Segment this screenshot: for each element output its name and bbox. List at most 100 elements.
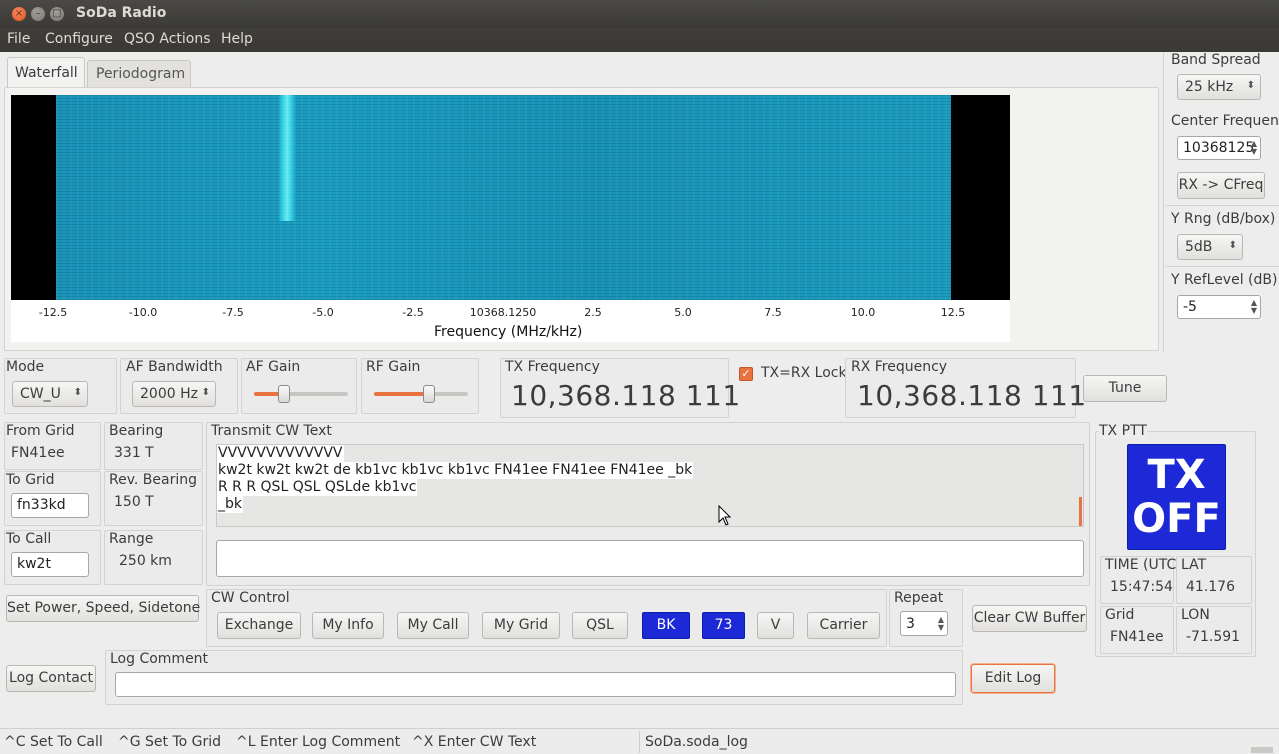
bk-button[interactable]: BK	[642, 612, 690, 639]
y-reflevel-input[interactable]: -5 ▲ ▼	[1177, 295, 1261, 319]
bearing-group: Bearing 331 T	[104, 422, 203, 470]
menu-help[interactable]: Help	[221, 31, 253, 47]
right-panel: Band Spread 25 kHz ⬍ Center Frequenc 103…	[1163, 52, 1279, 352]
waterfall-tick-label: 5.0	[674, 306, 692, 319]
waterfall-tick-label: 10.0	[850, 306, 876, 319]
status-hint: ^G Set To Grid	[118, 734, 222, 750]
menu-file[interactable]: File	[7, 31, 30, 47]
grid-value: FN41ee	[1110, 629, 1164, 645]
rf-gain-slider[interactable]	[374, 383, 468, 405]
carrier-button[interactable]: Carrier	[807, 612, 880, 639]
maximize-icon[interactable]: □	[50, 7, 64, 21]
rf-gain-group: RF Gain	[361, 358, 479, 414]
y-reflevel-label: Y RefLevel (dB)	[1171, 272, 1278, 288]
menu-qso-actions[interactable]: QSO Actions	[124, 31, 211, 47]
lat-value: 41.176	[1186, 579, 1235, 595]
to-grid-input[interactable]: fn33kd	[11, 493, 89, 518]
scrollbar-indicator[interactable]	[1079, 497, 1082, 526]
waterfall-tick-label: 7.5	[764, 306, 782, 319]
to-grid-group: To Grid fn33kd	[4, 471, 101, 526]
tx-rx-lock-checkbox[interactable]: ✓	[739, 367, 753, 381]
tune-button[interactable]: Tune	[1083, 375, 1167, 402]
waterfall-tick-label: 2.5	[584, 306, 602, 319]
from-grid-group: From Grid FN41ee	[4, 422, 101, 470]
my-call-button[interactable]: My Call	[397, 612, 469, 639]
menu-bar: File Configure QSO Actions Help	[0, 28, 1279, 52]
waterfall-spectrum[interactable]	[56, 95, 951, 300]
af-bandwidth-select[interactable]: 2000 Hz ⬍	[132, 381, 216, 407]
af-gain-slider[interactable]	[254, 383, 348, 405]
rx-frequency-display[interactable]: 10,368.118 111	[857, 379, 1087, 412]
from-grid-value: FN41ee	[11, 445, 65, 461]
my-grid-button[interactable]: My Grid	[482, 612, 560, 639]
transmit-cw-textarea[interactable]: VVVVVVVVVVVVV kw2t kw2t kw2t de kb1vc kb…	[216, 444, 1084, 527]
center-frequency-label: Center Frequenc	[1171, 113, 1279, 129]
cw-text-input[interactable]	[216, 540, 1084, 577]
tx-ptt-button[interactable]: TX OFF	[1127, 444, 1226, 550]
spin-arrows-icon[interactable]: ▲ ▼	[1251, 299, 1257, 315]
edit-log-button[interactable]: Edit Log	[971, 664, 1055, 693]
af-gain-handle[interactable]	[278, 385, 290, 403]
waterfall-signal-trace	[278, 95, 296, 221]
rx-to-cfreq-button[interactable]: RX -> CFreq	[1177, 172, 1265, 199]
lat-group: LAT 41.176	[1176, 556, 1252, 604]
log-filename: SoDa.soda_log	[645, 734, 748, 750]
cw-text-line: VVVVVVVVVVVVV	[217, 445, 344, 462]
waterfall-tick-label: -5.0	[312, 306, 334, 319]
waterfall-tick-label: 10368.1250	[469, 306, 537, 319]
status-hint: ^L Enter Log Comment	[236, 734, 401, 750]
rev-bearing-value: 150 T	[114, 494, 154, 510]
transmit-cw-group: Transmit CW Text VVVVVVVVVVVVV kw2t kw2t…	[206, 422, 1090, 586]
range-group: Range 250 km	[104, 530, 203, 585]
close-icon[interactable]: ×	[12, 7, 26, 21]
spin-arrows-icon[interactable]: ▲ ▼	[938, 616, 944, 632]
menu-configure[interactable]: Configure	[45, 31, 113, 47]
waterfall-tick-label: -10.0	[128, 306, 158, 319]
cw-text-line: _bk	[217, 496, 243, 513]
log-comment-input[interactable]	[115, 672, 956, 697]
set-power-speed-sidetone-button[interactable]: Set Power, Speed, Sidetone	[6, 595, 200, 622]
status-bar: ^C Set To Call ^G Set To Grid ^L Enter L…	[0, 728, 1279, 754]
my-info-button[interactable]: My Info	[312, 612, 384, 639]
spin-arrows-icon[interactable]: ▲ ▼	[1251, 140, 1257, 156]
cw-control-group: CW Control Exchange My Info My Call My G…	[206, 589, 887, 647]
center-frequency-input[interactable]: 10368125 ▲ ▼	[1177, 136, 1261, 160]
rf-gain-handle[interactable]	[423, 385, 435, 403]
band-spread-select[interactable]: 25 kHz ⬍	[1177, 74, 1261, 100]
y-range-select[interactable]: 5dB ⬍	[1177, 234, 1243, 260]
minimize-icon[interactable]: –	[31, 7, 45, 21]
waterfall-tick-label: -2.5	[402, 306, 424, 319]
resize-grip-icon[interactable]	[1251, 747, 1273, 753]
tab-waterfall[interactable]: Waterfall	[7, 57, 85, 88]
mode-select[interactable]: CW_U ⬍	[12, 381, 88, 407]
updown-icon: ⬍	[201, 387, 210, 398]
tx-frequency-display[interactable]: 10,368.118 111	[511, 379, 741, 412]
repeat-input[interactable]: 3 ▲ ▼	[900, 611, 948, 636]
tx-rx-lock-label: TX=RX Lock	[761, 365, 847, 381]
window-title: SoDa Radio	[76, 5, 167, 21]
lon-value: -71.591	[1186, 629, 1241, 645]
v-button[interactable]: V	[757, 612, 794, 639]
band-spread-label: Band Spread	[1171, 52, 1261, 68]
rev-bearing-group: Rev. Bearing 150 T	[104, 471, 203, 526]
title-bar: × – □ SoDa Radio	[0, 0, 1279, 28]
updown-icon: ⬍	[1228, 240, 1237, 251]
waterfall-tick-label: -7.5	[222, 306, 244, 319]
73-button[interactable]: 73	[702, 612, 745, 639]
to-call-group: To Call kw2t	[4, 530, 101, 585]
waterfall-tick-label: 12.5	[940, 306, 966, 319]
bearing-value: 331 T	[114, 445, 154, 461]
exchange-button[interactable]: Exchange	[217, 612, 301, 639]
qsl-button[interactable]: QSL	[572, 612, 628, 639]
time-group: TIME (UTC 15:47:54	[1100, 556, 1176, 604]
clear-cw-buffer-button[interactable]: Clear CW Buffer	[972, 605, 1087, 632]
status-hint: ^C Set To Call	[4, 734, 103, 750]
divider	[1166, 266, 1279, 267]
log-contact-button[interactable]: Log Contact	[6, 665, 96, 692]
tab-periodogram[interactable]: Periodogram	[87, 60, 191, 87]
waterfall-xlabel: Frequency (MHz/kHz)	[434, 324, 583, 340]
grid-group: Grid FN41ee	[1100, 606, 1174, 654]
mouse-cursor-icon	[718, 505, 732, 526]
to-call-input[interactable]: kw2t	[11, 552, 89, 577]
divider	[639, 731, 640, 753]
